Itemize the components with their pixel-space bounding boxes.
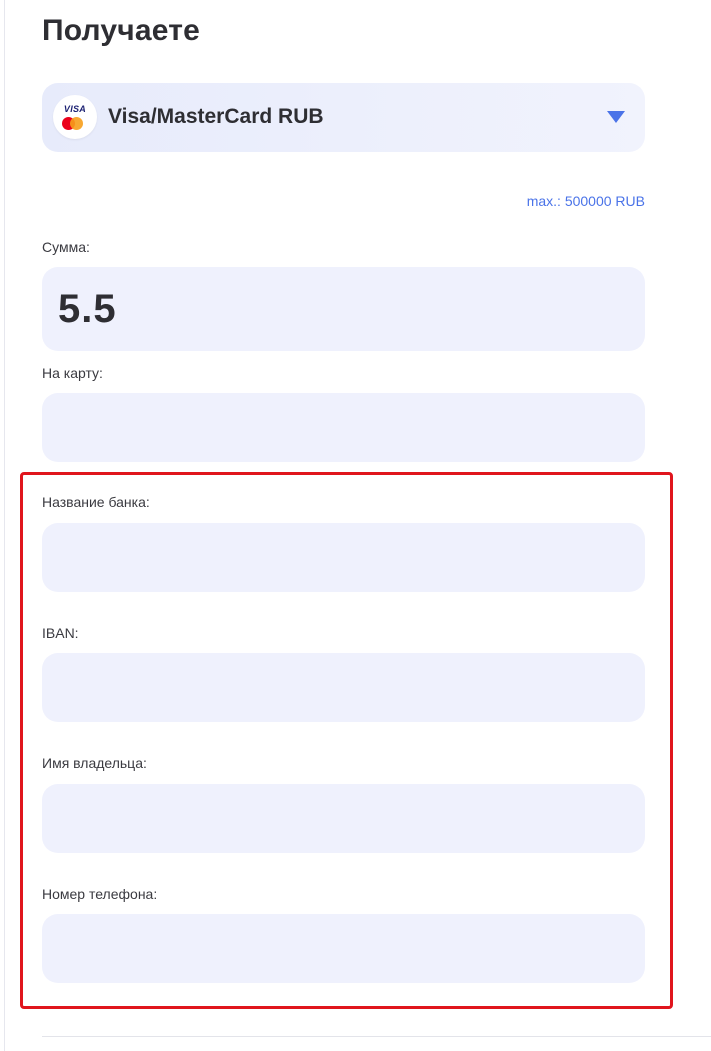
bank-name-label: Название банка: — [42, 494, 150, 510]
bank-name-input[interactable] — [42, 523, 645, 592]
amount-input[interactable] — [42, 267, 645, 351]
amount-label: Сумма: — [42, 239, 90, 255]
page-title: Получаете — [42, 14, 201, 47]
card-number-input[interactable] — [42, 393, 645, 462]
max-amount-note: max.: 500000 RUB — [526, 193, 645, 209]
visa-logo-text: VISA — [63, 104, 87, 114]
phone-input[interactable] — [42, 914, 645, 983]
panel-border — [4, 0, 5, 1051]
mastercard-yellow-circle — [70, 117, 83, 130]
chevron-down-icon[interactable] — [607, 111, 625, 123]
card-label: На карту: — [42, 365, 103, 381]
iban-input[interactable] — [42, 653, 645, 722]
iban-label: IBAN: — [42, 625, 79, 641]
visa-mastercard-logo-icon: VISA — [53, 95, 97, 139]
receive-panel: Получаете VISA Visa/MasterCard RUB max.:… — [0, 0, 711, 1051]
phone-label: Номер телефона: — [42, 886, 158, 902]
bottom-divider — [42, 1036, 711, 1037]
payment-method-select[interactable]: VISA Visa/MasterCard RUB — [42, 83, 645, 152]
owner-name-input[interactable] — [42, 784, 645, 853]
owner-name-label: Имя владельца: — [42, 755, 147, 771]
payment-method-label: Visa/MasterCard RUB — [108, 105, 324, 128]
